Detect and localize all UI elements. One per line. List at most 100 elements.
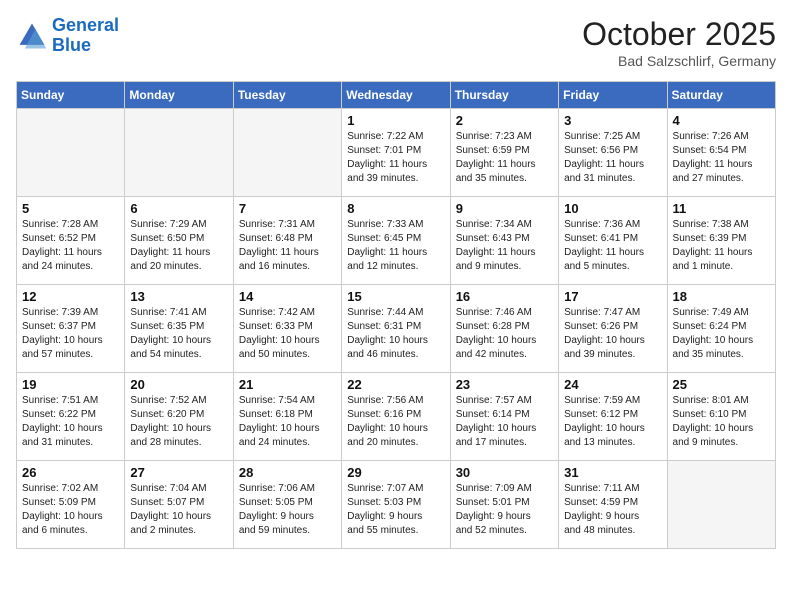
calendar-cell: 26 Sunrise: 7:02 AM Sunset: 5:09 PM Dayli… (17, 461, 125, 549)
day-info: Sunrise: 7:34 AM Sunset: 6:43 PM Dayligh… (456, 218, 553, 274)
location: Bad Salzschlirf, Germany (582, 53, 776, 69)
day-number: 20 (130, 377, 227, 392)
month-title: October 2025 (582, 16, 776, 53)
day-number: 18 (673, 289, 770, 304)
day-number: 8 (347, 201, 444, 216)
day-info: Sunrise: 7:22 AM Sunset: 7:01 PM Dayligh… (347, 130, 444, 186)
calendar-cell: 11 Sunrise: 7:38 AM Sunset: 6:39 PM Dayli… (667, 197, 775, 285)
calendar-cell: 3 Sunrise: 7:25 AM Sunset: 6:56 PM Daylig… (559, 109, 667, 197)
calendar-cell: 16 Sunrise: 7:46 AM Sunset: 6:28 PM Dayli… (450, 285, 558, 373)
calendar-cell: 6 Sunrise: 7:29 AM Sunset: 6:50 PM Daylig… (125, 197, 233, 285)
calendar-cell: 5 Sunrise: 7:28 AM Sunset: 6:52 PM Daylig… (17, 197, 125, 285)
day-number: 26 (22, 465, 119, 480)
calendar-cell: 23 Sunrise: 7:57 AM Sunset: 6:14 PM Dayli… (450, 373, 558, 461)
day-number: 31 (564, 465, 661, 480)
calendar-cell: 13Sunrise: 7:41 AM Sunset: 6:35 PM Dayli… (125, 285, 233, 373)
day-info: Sunrise: 7:49 AM Sunset: 6:24 PM Dayligh… (673, 306, 770, 362)
day-info: Sunrise: 8:01 AM Sunset: 6:10 PM Dayligh… (673, 394, 770, 450)
day-number: 10 (564, 201, 661, 216)
weekday-header: Wednesday (342, 82, 450, 109)
weekday-header: Saturday (667, 82, 775, 109)
calendar-cell: 1 Sunrise: 7:22 AM Sunset: 7:01 PM Daylig… (342, 109, 450, 197)
day-info: Sunrise: 7:52 AM Sunset: 6:20 PM Dayligh… (130, 394, 227, 450)
day-info: Sunrise: 7:38 AM Sunset: 6:39 PM Dayligh… (673, 218, 770, 274)
calendar-cell: 19 Sunrise: 7:51 AM Sunset: 6:22 PM Dayli… (17, 373, 125, 461)
day-number: 30 (456, 465, 553, 480)
day-number: 25 (673, 377, 770, 392)
day-info: Sunrise: 7:56 AM Sunset: 6:16 PM Dayligh… (347, 394, 444, 450)
day-info: Sunrise: 7:36 AM Sunset: 6:41 PM Dayligh… (564, 218, 661, 274)
calendar-table: SundayMondayTuesdayWednesdayThursdayFrid… (16, 81, 776, 549)
day-number: 12 (22, 289, 119, 304)
weekday-header: Sunday (17, 82, 125, 109)
day-info: Sunrise: 7:31 AM Sunset: 6:48 PM Dayligh… (239, 218, 336, 274)
day-number: 13 (130, 289, 227, 304)
day-info: Sunrise: 7:11 AM Sunset: 4:59 PM Dayligh… (564, 482, 661, 538)
day-info: Sunrise: 7:46 AM Sunset: 6:28 PM Dayligh… (456, 306, 553, 362)
calendar-week-row: 26 Sunrise: 7:02 AM Sunset: 5:09 PM Dayli… (17, 461, 776, 549)
day-number: 19 (22, 377, 119, 392)
calendar-cell: 24 Sunrise: 7:59 AM Sunset: 6:12 PM Dayli… (559, 373, 667, 461)
day-number: 29 (347, 465, 444, 480)
calendar-cell: 29Sunrise: 7:07 AM Sunset: 5:03 PM Dayli… (342, 461, 450, 549)
day-number: 22 (347, 377, 444, 392)
day-number: 17 (564, 289, 661, 304)
day-info: Sunrise: 7:42 AM Sunset: 6:33 PM Dayligh… (239, 306, 336, 362)
calendar-cell: 20 Sunrise: 7:52 AM Sunset: 6:20 PM Dayli… (125, 373, 233, 461)
calendar-cell: 21Sunrise: 7:54 AM Sunset: 6:18 PM Dayli… (233, 373, 341, 461)
day-info: Sunrise: 7:51 AM Sunset: 6:22 PM Dayligh… (22, 394, 119, 450)
day-number: 11 (673, 201, 770, 216)
calendar-cell: 30 Sunrise: 7:09 AM Sunset: 5:01 PM Dayli… (450, 461, 558, 549)
calendar-cell: 7 Sunrise: 7:31 AM Sunset: 6:48 PM Daylig… (233, 197, 341, 285)
day-number: 27 (130, 465, 227, 480)
calendar-week-row: 19 Sunrise: 7:51 AM Sunset: 6:22 PM Dayli… (17, 373, 776, 461)
calendar-cell (125, 109, 233, 197)
calendar-cell: 18 Sunrise: 7:49 AM Sunset: 6:24 PM Dayli… (667, 285, 775, 373)
calendar-cell: 15Sunrise: 7:44 AM Sunset: 6:31 PM Dayli… (342, 285, 450, 373)
day-info: Sunrise: 7:57 AM Sunset: 6:14 PM Dayligh… (456, 394, 553, 450)
day-info: Sunrise: 7:02 AM Sunset: 5:09 PM Dayligh… (22, 482, 119, 538)
day-number: 23 (456, 377, 553, 392)
title-block: October 2025 Bad Salzschlirf, Germany (582, 16, 776, 69)
day-info: Sunrise: 7:04 AM Sunset: 5:07 PM Dayligh… (130, 482, 227, 538)
day-info: Sunrise: 7:25 AM Sunset: 6:56 PM Dayligh… (564, 130, 661, 186)
day-number: 7 (239, 201, 336, 216)
calendar-cell: 14Sunrise: 7:42 AM Sunset: 6:33 PM Dayli… (233, 285, 341, 373)
day-info: Sunrise: 7:39 AM Sunset: 6:37 PM Dayligh… (22, 306, 119, 362)
day-number: 5 (22, 201, 119, 216)
day-info: Sunrise: 7:09 AM Sunset: 5:01 PM Dayligh… (456, 482, 553, 538)
calendar-week-row: 5 Sunrise: 7:28 AM Sunset: 6:52 PM Daylig… (17, 197, 776, 285)
weekday-header: Thursday (450, 82, 558, 109)
calendar-cell: 25 Sunrise: 8:01 AM Sunset: 6:10 PM Dayli… (667, 373, 775, 461)
calendar-week-row: 12 Sunrise: 7:39 AM Sunset: 6:37 PM Dayli… (17, 285, 776, 373)
calendar-cell: 10 Sunrise: 7:36 AM Sunset: 6:41 PM Dayli… (559, 197, 667, 285)
calendar-cell: 9Sunrise: 7:34 AM Sunset: 6:43 PM Daylig… (450, 197, 558, 285)
day-info: Sunrise: 7:47 AM Sunset: 6:26 PM Dayligh… (564, 306, 661, 362)
calendar-cell: 2Sunrise: 7:23 AM Sunset: 6:59 PM Daylig… (450, 109, 558, 197)
day-number: 4 (673, 113, 770, 128)
day-number: 28 (239, 465, 336, 480)
day-info: Sunrise: 7:59 AM Sunset: 6:12 PM Dayligh… (564, 394, 661, 450)
calendar-cell: 12 Sunrise: 7:39 AM Sunset: 6:37 PM Dayli… (17, 285, 125, 373)
calendar-cell: 4 Sunrise: 7:26 AM Sunset: 6:54 PM Daylig… (667, 109, 775, 197)
day-number: 15 (347, 289, 444, 304)
calendar-cell: 28 Sunrise: 7:06 AM Sunset: 5:05 PM Dayli… (233, 461, 341, 549)
calendar-header-row: SundayMondayTuesdayWednesdayThursdayFrid… (17, 82, 776, 109)
day-number: 3 (564, 113, 661, 128)
calendar-cell (233, 109, 341, 197)
day-number: 16 (456, 289, 553, 304)
day-info: Sunrise: 7:06 AM Sunset: 5:05 PM Dayligh… (239, 482, 336, 538)
logo-text: General Blue (52, 16, 119, 56)
day-number: 1 (347, 113, 444, 128)
page-header: General Blue October 2025 Bad Salzschlir… (16, 16, 776, 69)
day-number: 21 (239, 377, 336, 392)
day-info: Sunrise: 7:28 AM Sunset: 6:52 PM Dayligh… (22, 218, 119, 274)
day-number: 6 (130, 201, 227, 216)
logo-line2: Blue (52, 35, 91, 55)
logo-icon (16, 20, 48, 52)
calendar-week-row: 1 Sunrise: 7:22 AM Sunset: 7:01 PM Daylig… (17, 109, 776, 197)
day-info: Sunrise: 7:26 AM Sunset: 6:54 PM Dayligh… (673, 130, 770, 186)
day-info: Sunrise: 7:29 AM Sunset: 6:50 PM Dayligh… (130, 218, 227, 274)
day-info: Sunrise: 7:23 AM Sunset: 6:59 PM Dayligh… (456, 130, 553, 186)
day-number: 24 (564, 377, 661, 392)
